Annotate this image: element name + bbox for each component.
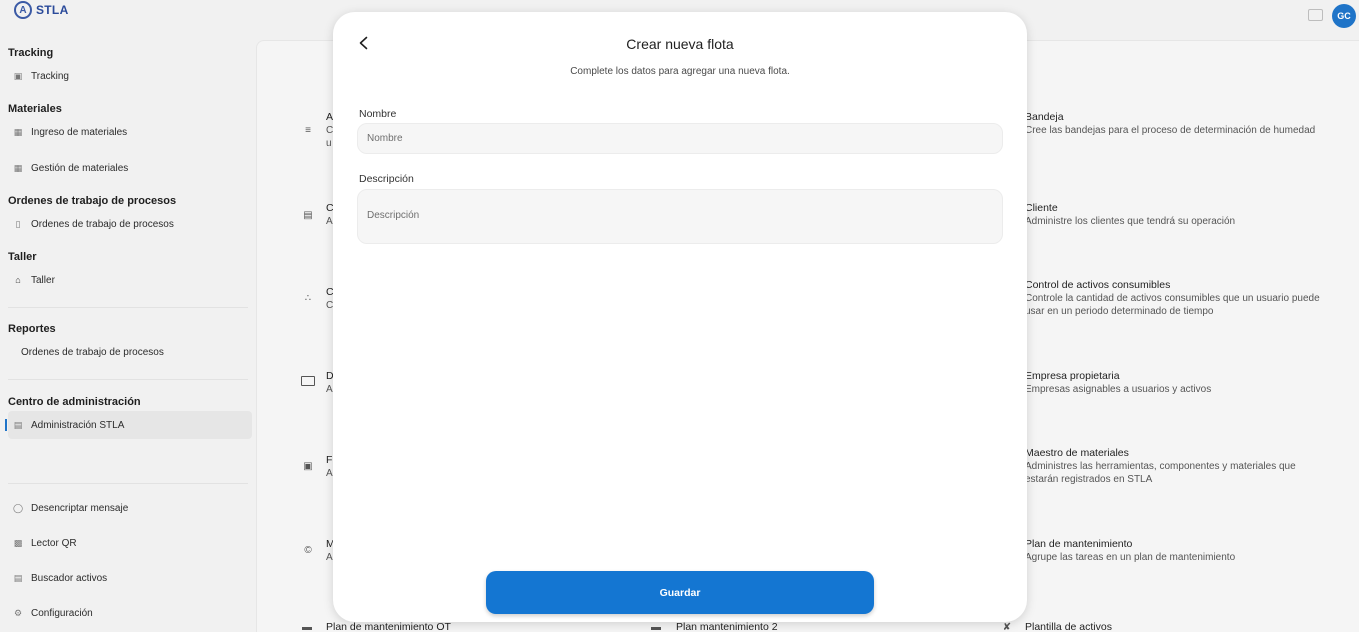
name-label: Nombre: [359, 108, 397, 120]
name-input[interactable]: [357, 123, 1003, 154]
modal-title: Crear nueva flota: [626, 36, 734, 52]
create-fleet-modal: Crear nueva flota Complete los datos par…: [333, 12, 1027, 622]
save-button[interactable]: Guardar: [486, 571, 874, 614]
description-input[interactable]: [357, 189, 1003, 244]
modal-subtitle: Complete los datos para agregar una nuev…: [570, 66, 790, 77]
description-label: Descripción: [359, 173, 414, 185]
